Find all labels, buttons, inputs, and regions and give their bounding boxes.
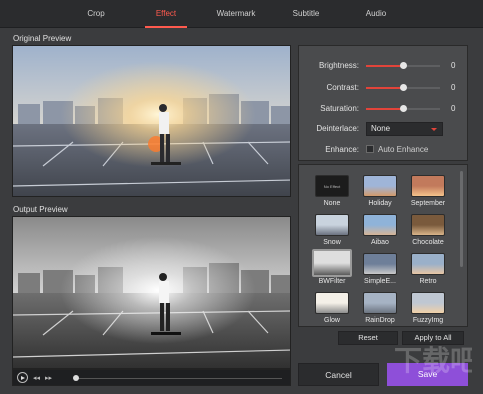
filter-item[interactable]: Aibao	[357, 214, 403, 249]
progress-track[interactable]	[75, 378, 282, 379]
effect-editor-window: Crop Effect Watermark Subtitle Audio Ori…	[0, 0, 483, 394]
filter-name: SimpleE...	[364, 278, 396, 285]
filter-thumbnail	[411, 175, 445, 197]
filter-thumbnail	[363, 292, 397, 314]
tab-subtitle[interactable]: Subtitle	[271, 0, 341, 28]
saturation-row: Saturation: 0	[299, 102, 469, 116]
filter-item[interactable]: Chocolate	[405, 214, 451, 249]
saturation-fill	[366, 108, 403, 110]
filter-name: Snow	[323, 239, 341, 246]
filter-thumbnail	[315, 292, 349, 314]
filter-scrollbar[interactable]	[460, 171, 463, 267]
filter-grid: No Effect None Holiday September Snow Aibao Ch…	[298, 164, 468, 327]
deinterlace-select[interactable]: None	[366, 122, 443, 136]
output-preview-label: Output Preview	[13, 205, 68, 214]
output-preview-image	[12, 216, 291, 369]
deinterlace-selected-value: None	[371, 124, 391, 133]
filter-name: Holiday	[368, 200, 392, 207]
site-watermark-logo: 下载吧	[394, 344, 472, 377]
filter-thumbnail	[312, 249, 352, 277]
deinterlace-row: Deinterlace: None	[299, 122, 469, 136]
next-frame-icon[interactable]: ▸▸	[45, 374, 52, 382]
progress-thumb[interactable]	[73, 375, 79, 381]
filter-thumbnail	[363, 175, 397, 197]
contrast-slider[interactable]	[366, 84, 440, 91]
filter-item[interactable]: Glow	[309, 292, 355, 326]
original-preview-label: Original Preview	[13, 34, 72, 43]
filter-name: FuzzyImg	[412, 317, 444, 324]
filter-item[interactable]: BWFilter	[309, 249, 355, 288]
tab-audio[interactable]: Audio	[341, 0, 411, 28]
reset-button[interactable]: Reset	[338, 331, 398, 345]
brightness-value: 0	[451, 61, 456, 70]
original-preview-image	[12, 45, 291, 197]
contrast-fill	[366, 87, 403, 89]
deinterlace-label: Deinterlace:	[316, 124, 359, 133]
filter-thumbnail	[411, 214, 445, 236]
brightness-row: Brightness: 0	[299, 59, 469, 73]
brightness-knob[interactable]	[400, 62, 407, 69]
tab-effect[interactable]: Effect	[131, 0, 201, 28]
previous-frame-icon[interactable]: ◂◂	[33, 374, 40, 382]
auto-enhance-checkbox[interactable]	[366, 145, 374, 153]
saturation-label: Saturation:	[320, 104, 359, 113]
filter-thumbnail	[315, 214, 349, 236]
filter-name: RainDrop	[365, 317, 395, 324]
filter-name: None	[323, 200, 341, 207]
saturation-value: 0	[451, 104, 456, 113]
filter-item[interactable]: FuzzyImg	[405, 292, 451, 326]
filter-item[interactable]: Retro	[405, 253, 451, 288]
no-effect-text: No Effect	[323, 183, 341, 189]
contrast-label: Contrast:	[326, 83, 359, 92]
filter-name: Aibao	[371, 239, 389, 246]
filter-thumbnail: No Effect	[315, 175, 349, 197]
filter-item[interactable]: Snow	[309, 214, 355, 249]
filter-name: Glow	[324, 317, 340, 324]
auto-enhance-label[interactable]: Auto Enhance	[378, 145, 428, 154]
filter-name: Retro	[419, 278, 437, 285]
contrast-knob[interactable]	[400, 84, 407, 91]
filter-item[interactable]: No Effect None	[309, 175, 355, 210]
svg-text:下载吧: 下载吧	[394, 344, 472, 377]
contrast-row: Contrast: 0	[299, 81, 469, 95]
cancel-button[interactable]: Cancel	[298, 363, 379, 386]
contrast-value: 0	[451, 83, 456, 92]
enhance-label: Enhance:	[325, 145, 359, 154]
brightness-fill	[366, 65, 403, 67]
brightness-label: Brightness:	[318, 61, 359, 70]
saturation-knob[interactable]	[400, 105, 407, 112]
filter-thumbnail	[411, 253, 445, 275]
filter-name: BWFilter	[318, 278, 346, 285]
filter-thumbnail	[411, 292, 445, 314]
player-controls: ◂◂ ▸▸	[12, 369, 291, 386]
enhance-row: Enhance: Auto Enhance	[299, 143, 469, 157]
saturation-slider[interactable]	[366, 105, 440, 112]
filter-item[interactable]: SimpleE...	[357, 253, 403, 288]
filter-list: No Effect None Holiday September Snow Aibao Ch…	[309, 175, 451, 326]
tab-watermark[interactable]: Watermark	[201, 0, 271, 28]
filter-item[interactable]: September	[405, 175, 451, 210]
filter-thumbnail	[363, 253, 397, 275]
filter-item[interactable]: RainDrop	[357, 292, 403, 326]
tab-crop[interactable]: Crop	[61, 0, 131, 28]
chevron-down-icon	[431, 128, 437, 131]
filter-item[interactable]: Holiday	[357, 175, 403, 210]
brightness-slider[interactable]	[366, 62, 440, 69]
tab-bar: Crop Effect Watermark Subtitle Audio	[0, 0, 483, 28]
adjustment-panel: Brightness: 0 Contrast: 0 Saturation: 0	[298, 45, 468, 161]
play-icon[interactable]	[17, 372, 28, 383]
filter-thumbnail	[363, 214, 397, 236]
filter-name: September	[410, 200, 446, 207]
filter-name: Chocolate	[412, 239, 444, 246]
